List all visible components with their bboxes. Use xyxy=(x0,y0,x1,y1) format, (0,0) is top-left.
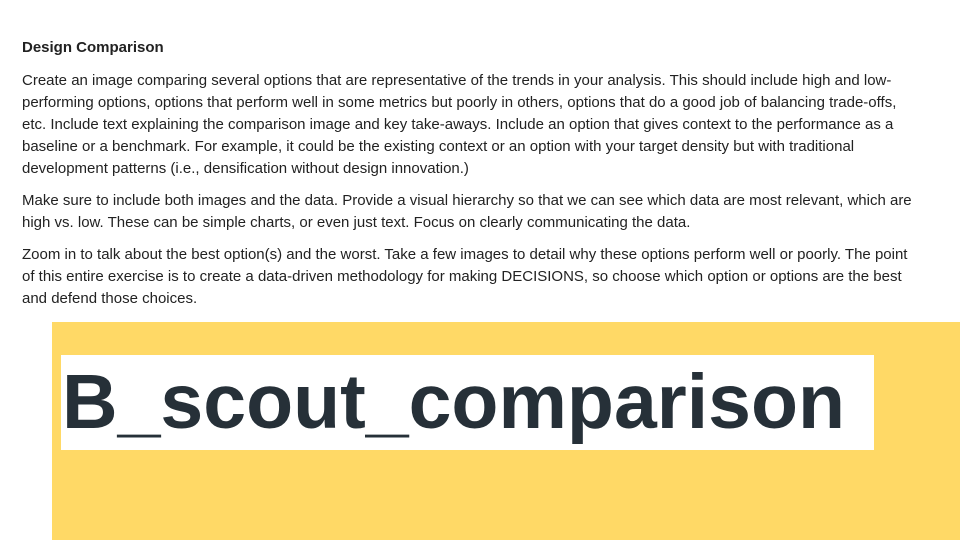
paragraph-best-and-worst: Zoom in to talk about the best option(s)… xyxy=(22,246,908,307)
placeholder-label-box: B_scout_comparison xyxy=(61,355,874,450)
section-heading: Design Comparison xyxy=(22,39,164,56)
paragraph-comparison-image: Create an image comparing several option… xyxy=(22,72,897,177)
placeholder-label: B_scout_comparison xyxy=(62,359,846,445)
slide: Design Comparison Create an image compar… xyxy=(0,0,960,540)
image-placeholder-banner: B_scout_comparison xyxy=(52,322,960,540)
paragraph-images-and-data: Make sure to include both images and the… xyxy=(22,192,912,231)
instructions-text-block: Design Comparison Create an image compar… xyxy=(22,38,922,320)
